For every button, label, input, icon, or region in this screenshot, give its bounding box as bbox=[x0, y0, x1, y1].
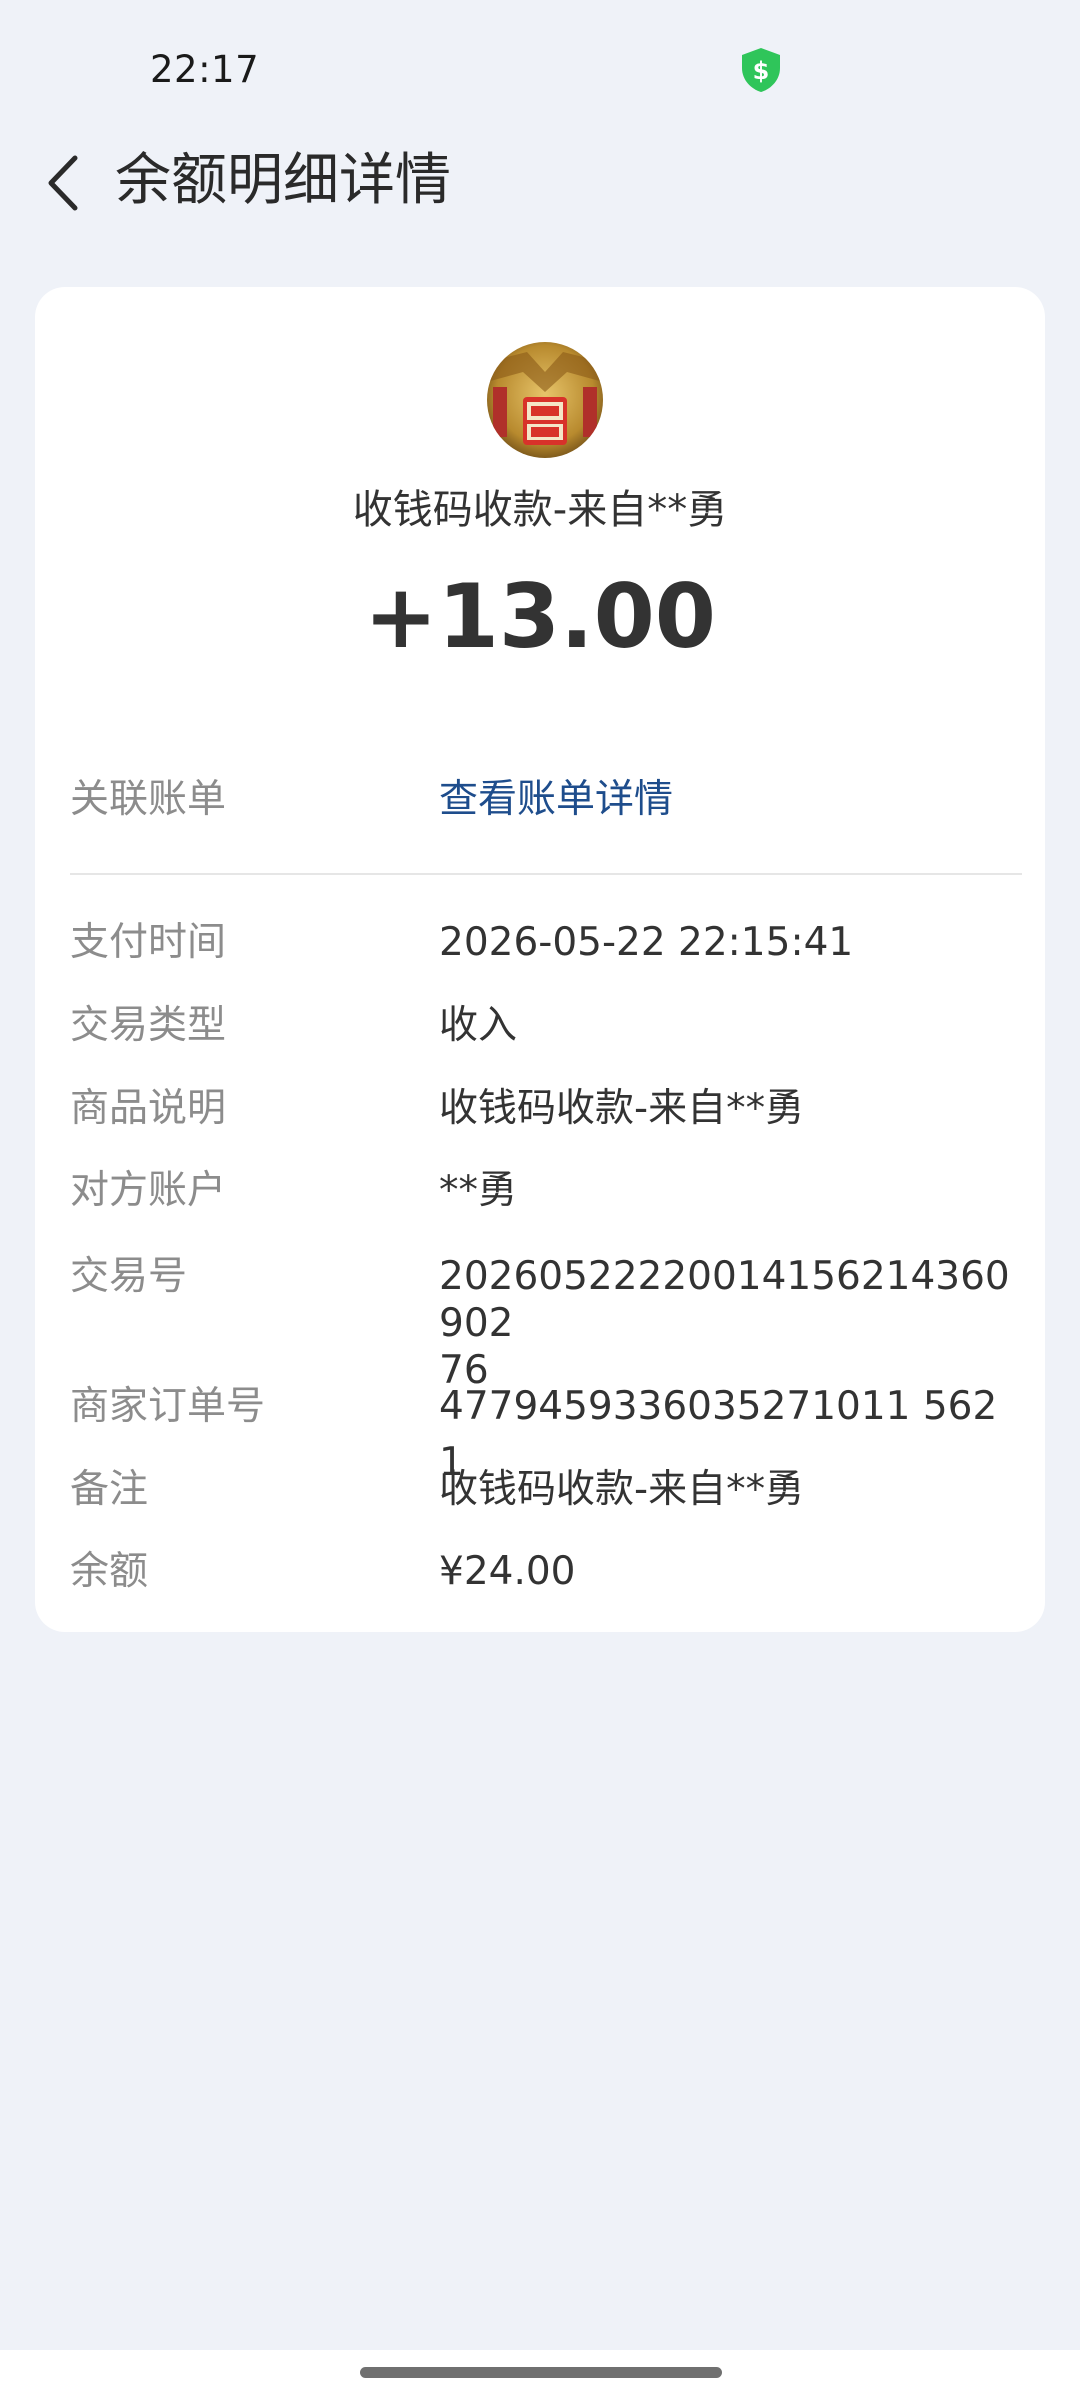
detail-value: 收钱码收款-来自**勇 bbox=[439, 1086, 805, 1131]
merchant-avatar bbox=[487, 342, 603, 458]
home-indicator[interactable] bbox=[360, 2367, 722, 2378]
detail-value: 2026-05-22 22:15:41 bbox=[439, 920, 854, 965]
view-bill-details-link[interactable]: 查看账单详情 bbox=[439, 772, 1014, 828]
back-button[interactable] bbox=[28, 148, 98, 218]
svg-text:$: $ bbox=[753, 57, 770, 85]
chevron-left-icon bbox=[48, 155, 78, 211]
detail-label: 商品说明 bbox=[70, 1086, 227, 1131]
detail-value: **勇 bbox=[439, 1168, 518, 1213]
shield-dollar-icon: $ bbox=[738, 46, 784, 94]
detail-label: 交易类型 bbox=[70, 1003, 227, 1048]
detail-label: 余额 bbox=[70, 1549, 149, 1594]
detail-label: 备注 bbox=[70, 1467, 149, 1512]
page-title: 余额明细详情 bbox=[115, 148, 451, 213]
status-time: 22:17 bbox=[150, 48, 260, 91]
detail-label: 交易号 bbox=[70, 1254, 188, 1299]
transaction-amount: +13.00 bbox=[363, 565, 717, 668]
detail-value: 收入 bbox=[439, 1003, 518, 1048]
detail-value: 20260522220014156214360902 76 bbox=[439, 1254, 1010, 1393]
detail-value: ¥24.00 bbox=[439, 1549, 576, 1594]
transaction-title: 收钱码收款-来自**勇 bbox=[352, 487, 728, 533]
detail-label: 商家订单号 bbox=[70, 1384, 266, 1429]
divider bbox=[70, 873, 1022, 875]
detail-value: 收钱码收款-来自**勇 bbox=[439, 1467, 805, 1512]
transaction-card: 收钱码收款-来自**勇 +13.00 关联账单 查看账单详情 支付时间 2026… bbox=[35, 287, 1045, 1632]
header: 余额明细详情 bbox=[0, 130, 1080, 230]
linked-bill-label: 关联账单 bbox=[70, 777, 227, 822]
status-bar: 22:17 $ bbox=[0, 0, 1080, 140]
detail-label: 对方账户 bbox=[70, 1168, 227, 1213]
detail-label: 支付时间 bbox=[70, 920, 227, 965]
linked-bill-row: 关联账单 查看账单详情 bbox=[70, 772, 1010, 832]
